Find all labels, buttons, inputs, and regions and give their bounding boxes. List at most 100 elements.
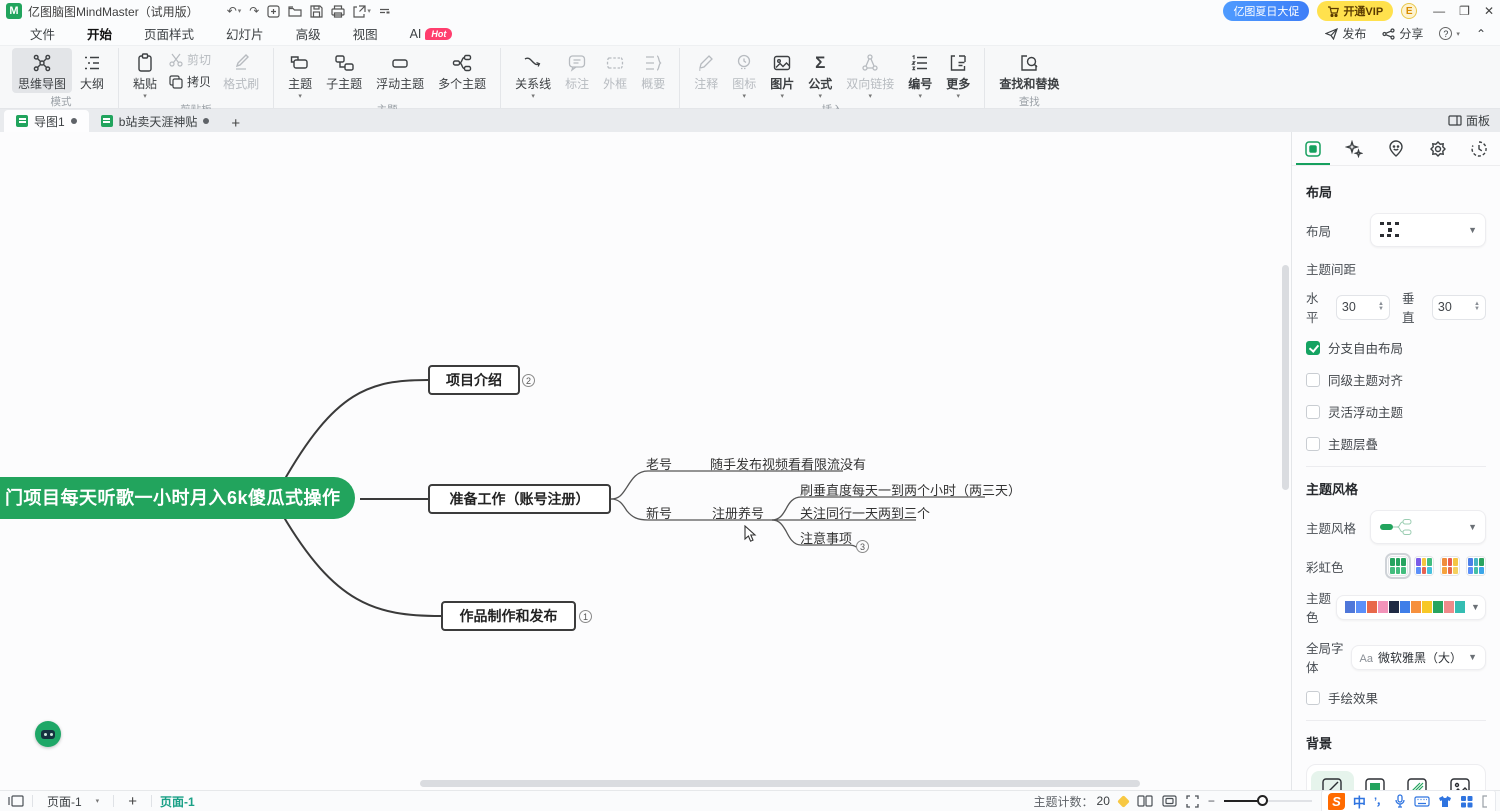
checkbox-topic-overlap[interactable]: 主题层叠 [1306, 434, 1486, 453]
close-button[interactable]: ✕ [1484, 4, 1494, 18]
promo-badge[interactable]: 亿图夏日大促 [1223, 1, 1309, 21]
ai-assistant-button[interactable] [35, 721, 61, 747]
help-button[interactable]: ?▾ [1439, 27, 1460, 40]
fit-screen-icon[interactable] [1186, 795, 1199, 808]
slideshow-icon[interactable] [1162, 795, 1177, 807]
doc-tab-2[interactable]: b站卖天涯神贴 [89, 110, 222, 132]
topic-preparation[interactable]: 准备工作（账号注册） [428, 484, 611, 514]
formula-button[interactable]: Σ 公式 ▾ [802, 48, 838, 101]
tab-ai[interactable]: AIHot [394, 24, 469, 44]
cut-button[interactable]: 剪切 [165, 50, 215, 69]
open-folder-icon[interactable] [288, 5, 302, 18]
topic-sub-notes[interactable]: 注意事项 [800, 528, 852, 547]
more-button[interactable]: 更多 ▾ [940, 48, 976, 101]
multiple-topics-button[interactable]: 多个主题 [432, 48, 492, 93]
pages-view-icon[interactable] [1137, 795, 1153, 807]
customize-toolbar-icon[interactable] [379, 6, 390, 17]
horizontal-scrollbar[interactable] [420, 780, 1140, 787]
subtopic-button[interactable]: 子主题 [320, 48, 368, 93]
relationship-button[interactable]: 关系线 ▾ [509, 48, 557, 101]
background-none-option[interactable]: 无 [1311, 771, 1354, 790]
zoom-slider[interactable] [1224, 800, 1312, 802]
topic-nurture-account[interactable]: 注册养号 [712, 503, 764, 522]
boundary-button[interactable]: 外框 [597, 48, 633, 93]
undo-button[interactable]: ↶▾ [227, 4, 242, 18]
callout-button[interactable]: 标注 [559, 48, 595, 93]
collapse-badge[interactable]: 2 [522, 374, 535, 387]
doc-tab-1[interactable]: 导图1 [4, 110, 89, 132]
panel-tab-ai[interactable] [1334, 132, 1376, 165]
rainbow-palette-3[interactable] [1440, 556, 1460, 576]
rainbow-palette-2[interactable] [1414, 556, 1434, 576]
summary-button[interactable]: 概要 [635, 48, 671, 93]
checkbox-align-sibling-topics[interactable]: 同级主题对齐 [1306, 370, 1486, 389]
topic-old-account[interactable]: 老号 [646, 454, 672, 473]
comment-button[interactable]: 注释 [688, 48, 724, 93]
collapse-badge[interactable]: 3 [856, 540, 869, 553]
add-page-button[interactable]: + [122, 793, 143, 810]
topic-sub-vertical[interactable]: 刷垂直度每天一到两个小时（两三天） [800, 480, 1021, 499]
page-selector-dropdown[interactable]: 页面-1 ▾ [41, 792, 105, 811]
layout-dropdown[interactable]: ▼ [1370, 213, 1486, 247]
checkbox-free-branch-layout[interactable]: 分支自由布局 [1306, 338, 1486, 357]
topic-project-intro[interactable]: 项目介绍 [428, 365, 520, 395]
toolbox-grid-icon[interactable] [1460, 795, 1473, 808]
checkbox-flexible-floating-topic[interactable]: 灵活浮动主题 [1306, 402, 1486, 421]
mindmap-canvas[interactable]: 门项目每天听歌一小时月入6k傻瓜式操作 项目介绍 2 准备工作（账号注册） 作品… [0, 132, 1291, 790]
image-button[interactable]: 图片 ▾ [764, 48, 800, 101]
topic-sub-follow[interactable]: 关注同行一天两到三个 [800, 503, 930, 522]
tab-home[interactable]: 开始 [71, 21, 128, 46]
keyboard-icon[interactable] [1414, 796, 1430, 807]
tab-page-style[interactable]: 页面样式 [128, 21, 210, 46]
background-color-option[interactable]: 颜色 [1354, 771, 1397, 790]
redo-button[interactable]: ↷ [249, 4, 259, 18]
sogou-logo-icon[interactable]: S [1328, 793, 1345, 810]
panel-tab-sticker[interactable] [1375, 132, 1417, 165]
ime-language-toggle[interactable]: 中 [1353, 792, 1366, 811]
print-icon[interactable] [331, 5, 345, 18]
stepper-arrows-icon[interactable]: ▲▼ [1474, 302, 1480, 312]
copy-button[interactable]: 拷贝 [165, 72, 215, 91]
topic-old-account-detail[interactable]: 随手发布视频看看限流没有 [710, 454, 866, 473]
horizontal-spacing-stepper[interactable]: 30 ▲▼ [1336, 295, 1390, 320]
tab-advanced[interactable]: 高级 [280, 21, 337, 46]
zoom-out-button[interactable]: − [1208, 794, 1215, 808]
theme-style-dropdown[interactable]: ▼ [1370, 510, 1486, 544]
maximize-button[interactable]: ❐ [1459, 4, 1470, 18]
find-replace-button[interactable]: 查找和替换 [993, 48, 1065, 93]
save-icon[interactable] [310, 5, 323, 18]
ime-collapse-icon[interactable] [1481, 795, 1489, 808]
mindmap-mode-button[interactable]: 思维导图 [12, 48, 72, 93]
new-document-icon[interactable] [267, 5, 280, 18]
panel-tab-clipart[interactable] [1417, 132, 1459, 165]
vertical-spacing-stepper[interactable]: 30 ▲▼ [1432, 295, 1486, 320]
bidirectional-link-button[interactable]: 双向链接 ▾ [840, 48, 900, 101]
stepper-arrows-icon[interactable]: ▲▼ [1378, 302, 1384, 312]
page-panel-icon[interactable] [8, 795, 24, 807]
vertical-scrollbar[interactable] [1282, 265, 1289, 490]
icon-button[interactable]: 图标 ▾ [726, 48, 762, 101]
panel-tab-history[interactable] [1458, 132, 1500, 165]
collapse-ribbon-button[interactable]: ⌃ [1476, 27, 1486, 41]
paste-button[interactable]: 粘贴 ▾ [127, 48, 163, 101]
publish-button[interactable]: 发布 [1325, 25, 1366, 42]
ime-punctuation-toggle[interactable]: ’， [1374, 793, 1386, 809]
theme-color-dropdown[interactable]: ▼ [1336, 595, 1486, 620]
rainbow-palette-1[interactable] [1388, 556, 1408, 576]
numbering-button[interactable]: 编号 ▾ [902, 48, 938, 101]
vip-badge[interactable]: 开通VIP [1317, 1, 1393, 21]
share-button[interactable]: 分享 [1382, 25, 1423, 42]
outline-mode-button[interactable]: 大纲 [74, 48, 110, 93]
topic-new-account[interactable]: 新号 [646, 503, 672, 522]
panel-tab-format[interactable] [1292, 132, 1334, 165]
tab-view[interactable]: 视图 [337, 21, 394, 46]
avatar[interactable]: E [1401, 3, 1417, 19]
panel-toggle-button[interactable]: 面板 [1448, 112, 1490, 129]
skin-shirt-icon[interactable] [1438, 795, 1452, 808]
tab-slideshow[interactable]: 幻灯片 [210, 21, 280, 46]
tab-file[interactable]: 文件 [14, 21, 71, 46]
background-image-option[interactable]: 图片 [1439, 771, 1482, 790]
add-doc-tab-button[interactable]: + [221, 115, 250, 132]
minimize-button[interactable]: — [1433, 4, 1445, 18]
central-topic[interactable]: 门项目每天听歌一小时月入6k傻瓜式操作 [0, 477, 355, 519]
